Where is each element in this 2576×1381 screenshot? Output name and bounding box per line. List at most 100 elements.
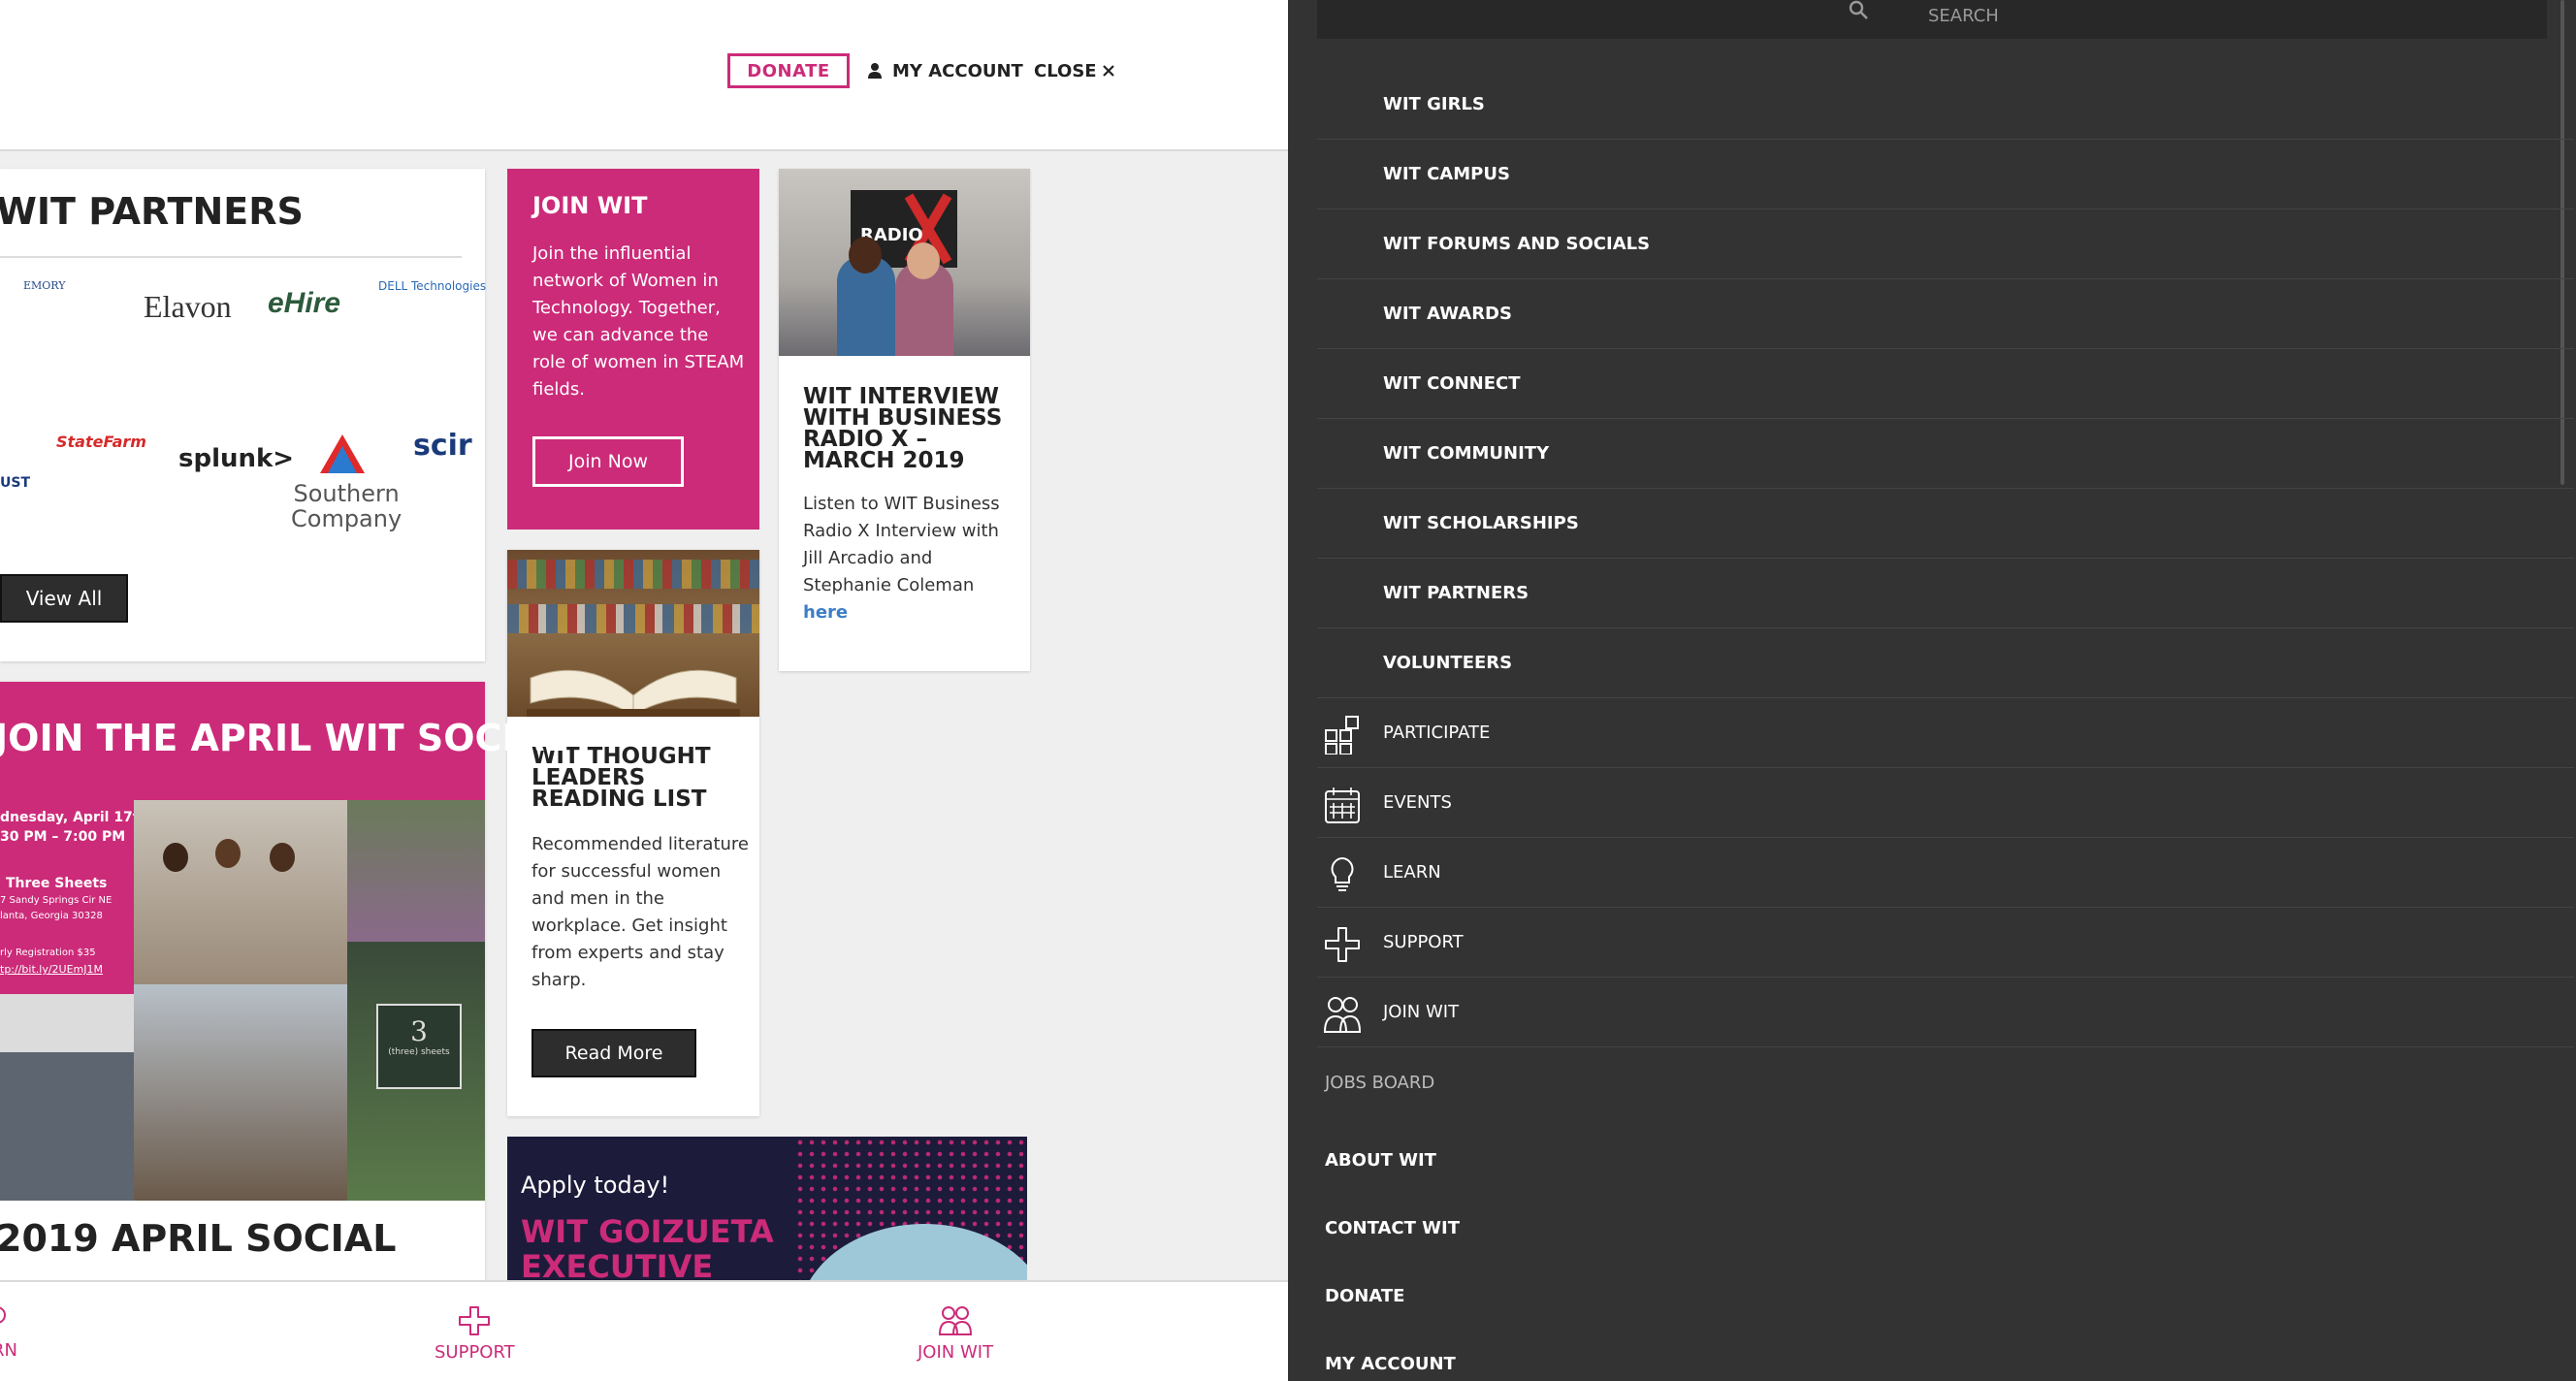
plus-cross-icon: [459, 1306, 491, 1335]
menu-item-label: WIT COMMUNITY: [1383, 443, 1550, 464]
reading-list-card: WIT THOUGHT LEADERS READING LIST Recomme…: [507, 550, 759, 1116]
event-venue: Three Sheets: [6, 876, 108, 891]
menu-item-wit-community[interactable]: WIT COMMUNITY: [1317, 419, 2574, 489]
menu-item-label: SUPPORT: [1383, 932, 1464, 952]
social-photo-collage[interactable]: 3 (three) sheets: [134, 800, 485, 1201]
person-head: [270, 843, 295, 872]
social-event-info: dnesday, April 17th 30 PM – 7:00 PM Thre…: [0, 800, 148, 994]
menu-item-label: PARTICIPATE: [1383, 723, 1491, 743]
menu-item-donate[interactable]: DONATE: [1325, 1286, 1404, 1306]
lightbulb-icon: [0, 1306, 6, 1324]
menu-item-learn[interactable]: LEARN: [1317, 838, 2574, 908]
join-wit-text: Join the influential network of Women in…: [532, 243, 745, 400]
menu-item-label: JOIN WIT: [1383, 1002, 1460, 1022]
group-photo: [347, 800, 485, 942]
bottom-nav-join[interactable]: JOIN WIT: [918, 1305, 993, 1363]
books-photo[interactable]: [507, 550, 759, 717]
event-registration-link[interactable]: tp://bit.ly/2UEmJ1M: [0, 963, 103, 976]
menu-item-label: WIT AWARDS: [1383, 304, 1512, 324]
menu-item-label: WIT PARTNERS: [1383, 583, 1530, 603]
partner-logo-scir[interactable]: scir: [413, 429, 472, 463]
menu-item-label: VOLUNTEERS: [1383, 653, 1513, 673]
southern-company-triangle-icon: [320, 434, 365, 473]
search-input[interactable]: SEARCH: [1317, 0, 2547, 39]
sign-number: 3: [410, 1015, 428, 1047]
goizueta-title: WIT GOIZUETA EXECUTIVE: [521, 1213, 774, 1285]
menu-item-contact-wit[interactable]: CONTACT WIT: [1325, 1218, 1460, 1238]
menu-item-wit-forums[interactable]: WIT FORUMS AND SOCIALS: [1317, 209, 2574, 279]
interview-here-link[interactable]: here: [803, 602, 848, 623]
menu-item-support[interactable]: SUPPORT: [1317, 908, 2574, 978]
partner-logo-elavon[interactable]: Elavon: [144, 289, 232, 325]
read-more-button[interactable]: Read More: [531, 1029, 696, 1077]
company-label: Company: [291, 505, 402, 532]
side-menu-panel: SEARCH WIT GIRLS WIT CAMPUS WIT FORUMS A…: [1288, 0, 2576, 1381]
crowd-photo: [0, 994, 134, 1201]
partner-logo-emory[interactable]: EMORY: [23, 279, 66, 292]
partner-logo-splunk[interactable]: splunk>: [178, 444, 294, 473]
plus-cross-icon: [1325, 927, 1360, 962]
join-wit-card: JOIN WIT Join the influential network of…: [507, 169, 759, 530]
partners-card: WIT PARTNERS EMORY Elavon eHire DELL Tec…: [0, 169, 486, 661]
bottom-nav-support-label: SUPPORT: [435, 1342, 515, 1363]
open-book-icon: [527, 669, 740, 717]
join-wit-title: JOIN WIT: [532, 192, 648, 219]
menu-item-join-wit[interactable]: JOIN WIT: [1317, 978, 2574, 1047]
partner-logo-dell[interactable]: DELL Technologies: [378, 279, 486, 293]
menu-item-wit-awards[interactable]: WIT AWARDS: [1317, 279, 2574, 349]
interview-title[interactable]: WIT INTERVIEW WITH BUSINESS RADIO X – MA…: [803, 386, 1016, 472]
event-registration: rly Registration $35: [0, 947, 96, 958]
menu-item-my-account[interactable]: MY ACCOUNT: [1325, 1354, 1456, 1374]
event-date: dnesday, April 17th: [0, 810, 149, 825]
calendar-icon: [1325, 787, 1360, 823]
view-all-button[interactable]: View All: [0, 574, 128, 623]
event-address-line1: 7 Sandy Springs Cir NE: [0, 895, 113, 906]
menu-item-participate[interactable]: PARTICIPATE: [1317, 698, 2574, 768]
april-social-card: JOIN THE APRIL WIT SOCIAL dnesday, April…: [0, 682, 567, 1302]
menu-item-label: WIT CAMPUS: [1383, 164, 1510, 184]
menu-item-about-wit[interactable]: ABOUT WIT: [1325, 1150, 1436, 1171]
menu-item-wit-scholarships[interactable]: WIT SCHOLARSHIPS: [1317, 489, 2574, 559]
partner-logo-southern-company[interactable]: Southern Company: [291, 481, 402, 531]
partner-logo-ust[interactable]: UST: [0, 475, 30, 491]
sign-subtext: (three) sheets: [388, 1047, 450, 1057]
menu-item-label: WIT SCHOLARSHIPS: [1383, 513, 1579, 533]
menu-item-events[interactable]: EVENTS: [1317, 768, 2574, 838]
menu-item-label: WIT CONNECT: [1383, 373, 1521, 394]
partner-logo-ehire[interactable]: eHire: [268, 287, 340, 320]
menu-item-wit-campus[interactable]: WIT CAMPUS: [1317, 140, 2574, 209]
group-photo: [134, 800, 347, 984]
menu-item-label: LEARN: [1383, 862, 1441, 883]
close-icon: [1102, 65, 1114, 77]
menu-item-volunteers[interactable]: VOLUNTEERS: [1317, 628, 2574, 698]
donate-button[interactable]: DONATE: [727, 53, 850, 88]
event-address-line2: lanta, Georgia 30328: [0, 911, 103, 921]
interview-photo[interactable]: RADIO: [779, 169, 1030, 356]
partner-logo-statefarm[interactable]: StateFarm: [56, 433, 146, 451]
bottom-nav-join-label: JOIN WIT: [918, 1342, 994, 1363]
bottom-nav-bar: RN SUPPORT JOIN WIT: [0, 1280, 1288, 1381]
join-now-button[interactable]: Join Now: [532, 436, 684, 487]
bookshelf-row: [507, 560, 759, 589]
divider: [0, 256, 462, 258]
my-account-label: MY ACCOUNT: [892, 60, 1023, 81]
social-caption[interactable]: 2019 APRIL SOCIAL: [0, 1217, 396, 1260]
goizueta-apply-text: Apply today!: [521, 1172, 670, 1199]
menu-item-label: WIT GIRLS: [1383, 94, 1485, 114]
menu-item-wit-connect[interactable]: WIT CONNECT: [1317, 349, 2574, 419]
search-placeholder: SEARCH: [1928, 6, 1999, 26]
group-photo: [134, 984, 347, 1201]
social-banner[interactable]: JOIN THE APRIL WIT SOCIAL: [0, 682, 567, 800]
top-header: DONATE MY ACCOUNT CLOSE: [0, 0, 1288, 151]
menu-item-wit-partners[interactable]: WIT PARTNERS: [1317, 559, 2574, 628]
person-head: [849, 237, 882, 273]
people-icon: [1323, 997, 1362, 1033]
close-menu-button[interactable]: CLOSE: [1034, 56, 1114, 85]
goizueta-card[interactable]: Apply today! WIT GOIZUETA EXECUTIVE: [507, 1137, 1027, 1292]
bottom-nav-support[interactable]: SUPPORT: [435, 1305, 515, 1363]
menu-item-wit-girls[interactable]: WIT GIRLS: [1317, 70, 2574, 140]
reading-list-text: Recommended literature for successful wo…: [531, 834, 749, 990]
my-account-link[interactable]: MY ACCOUNT: [867, 56, 1023, 85]
bottom-nav-learn[interactable]: RN: [0, 1305, 17, 1361]
menu-item-jobs-board[interactable]: JOBS BOARD: [1325, 1073, 1434, 1093]
